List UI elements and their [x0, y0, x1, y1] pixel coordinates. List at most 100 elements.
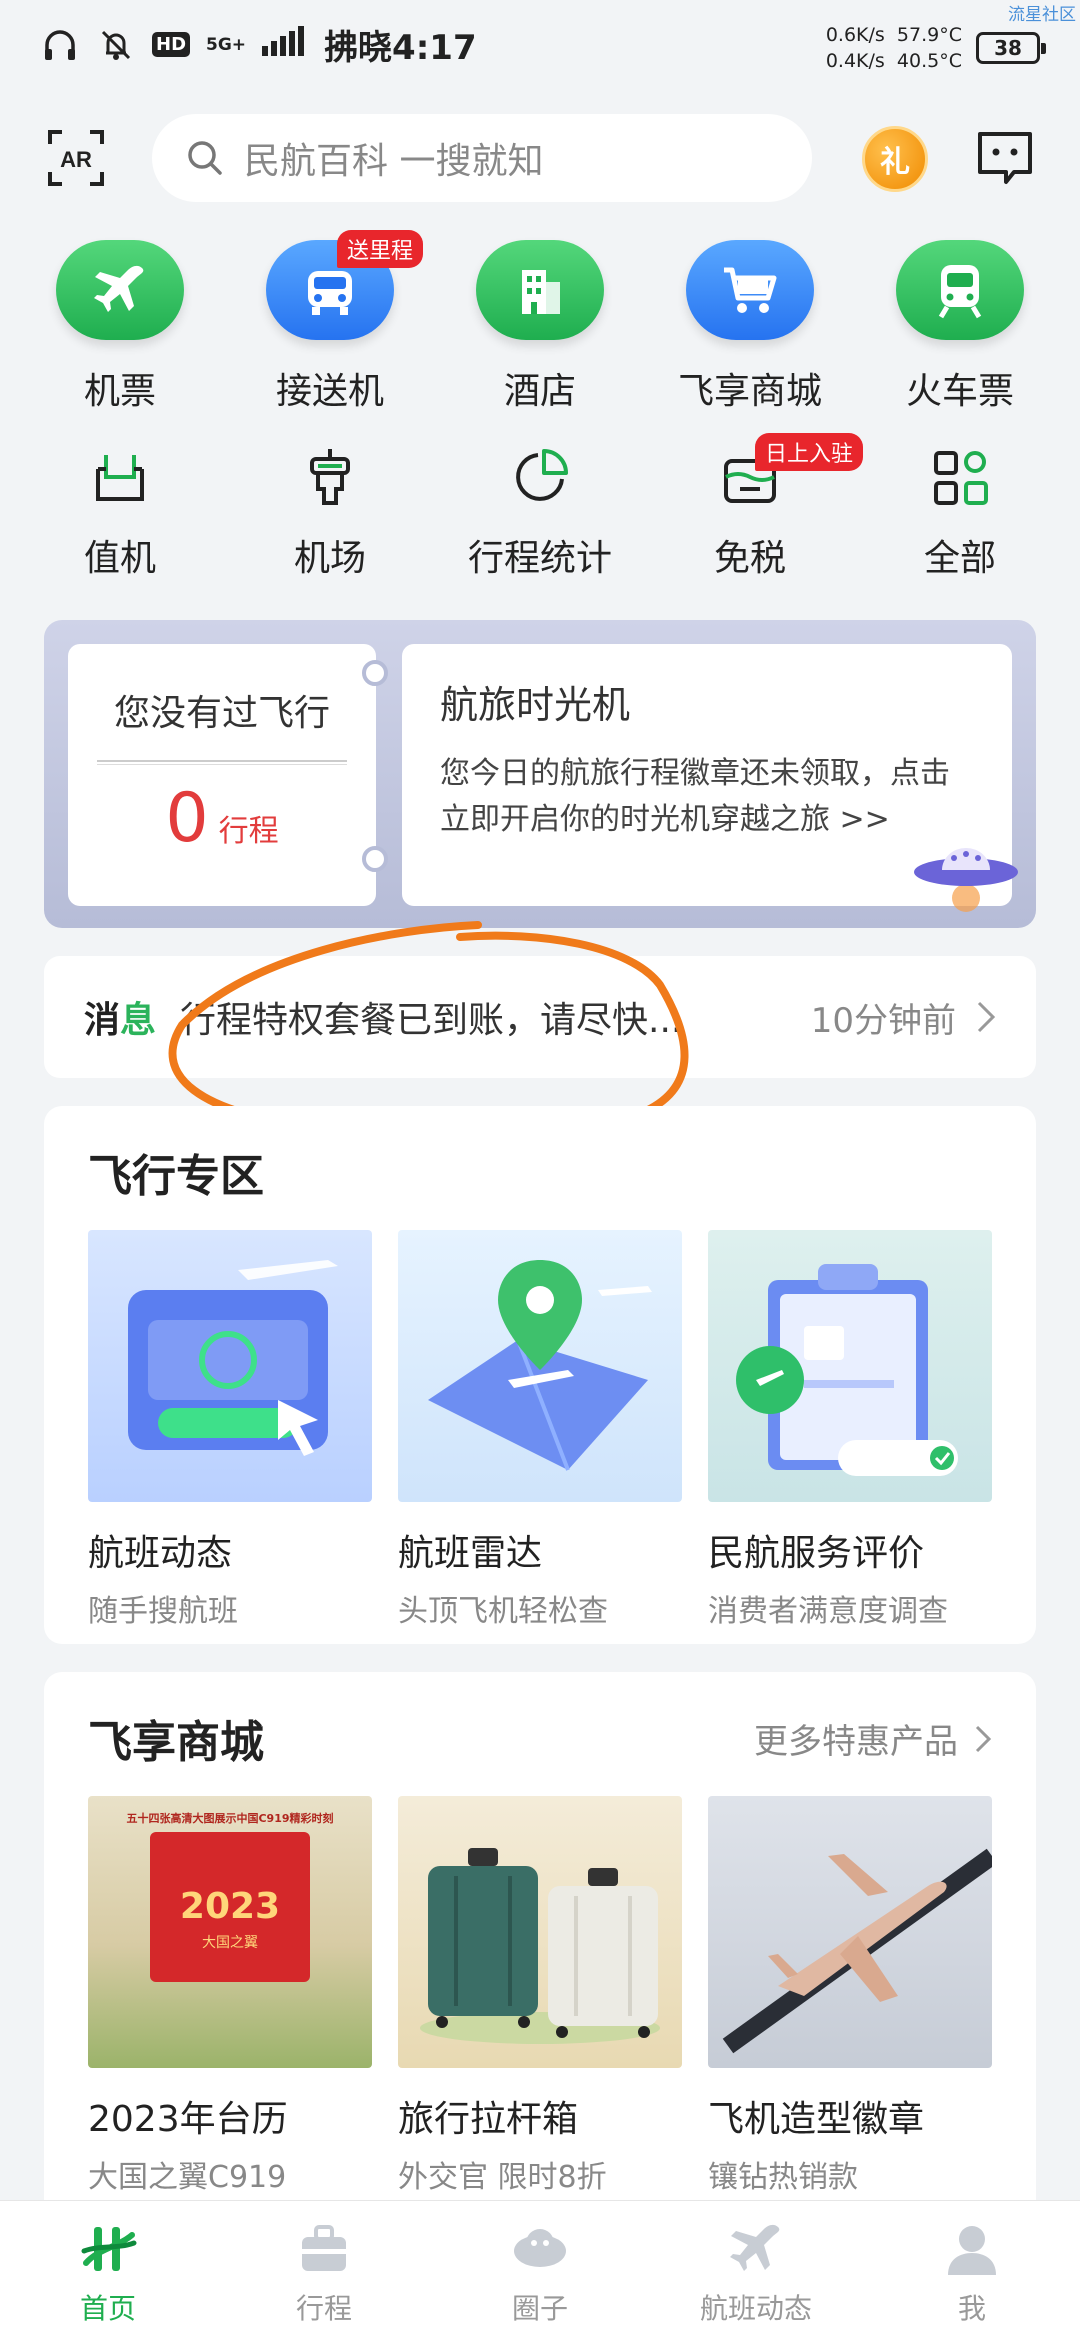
section-title: 飞享商城 — [88, 1717, 264, 1768]
service-review-tile[interactable]: 民航服务评价 消费者满意度调查 — [708, 1230, 992, 1630]
mall-section: 飞享商城 更多特惠产品 五十四张高清大图展示中国C919精彩时刻 2023 大国… — [44, 1672, 1036, 2232]
signal-icon — [262, 25, 308, 65]
service-mall[interactable]: 飞享商城 — [645, 240, 855, 414]
service-all[interactable]: 全部 — [855, 445, 1065, 581]
service-label: 火车票 — [905, 371, 1014, 412]
tile-subtitle: 消费者满意度调查 — [708, 1594, 948, 1629]
tile-title: 飞机造型徽章 — [708, 2099, 925, 2140]
plane-icon — [56, 240, 184, 340]
search-header: AR 民航百科 一搜就知 礼 — [0, 110, 1080, 210]
service-dutyfree[interactable]: 日上入驻 免税 — [645, 433, 864, 581]
service-hotel[interactable]: 酒店 — [435, 240, 645, 414]
flight-radar-tile[interactable]: 航班雷达 头顶飞机轻松查 — [398, 1230, 682, 1630]
flight-count-unit: 行程 — [218, 814, 279, 849]
hotel-icon — [476, 240, 604, 340]
ar-icon: AR — [48, 130, 104, 186]
luggage-product-image — [398, 1796, 682, 2068]
nav-label: 航班动态 — [699, 2292, 812, 2325]
product-luggage[interactable]: 旅行拉杆箱 外交官 限时8折 — [398, 1796, 682, 2196]
status-bar: HD 5G+ 拂晓4:17 0.6K/s 57.9°C 0.4K/s 40.5°… — [0, 0, 1080, 100]
gift-button[interactable]: 礼 — [862, 126, 928, 192]
chevron-right-icon — [975, 1725, 992, 1752]
flight-count-panel[interactable]: 您没有过飞行 0 行程 — [68, 644, 376, 906]
tile-subtitle: 头顶飞机轻松查 — [398, 1594, 608, 1629]
tile-subtitle: 大国之翼C919 — [88, 2160, 287, 2195]
tile-title: 航班动态 — [88, 1533, 233, 1574]
search-icon — [188, 141, 222, 175]
pie-chart-icon — [516, 449, 568, 501]
service-label: 免税 — [713, 538, 786, 579]
product-plane-badge[interactable]: 飞机造型徽章 镶钻热销款 — [708, 1796, 992, 2196]
cart-icon — [686, 240, 814, 340]
nav-trips[interactable]: 行程 — [216, 2201, 432, 2340]
service-label: 值机 — [83, 538, 156, 579]
tile-subtitle: 随手搜航班 — [88, 1594, 238, 1629]
service-label: 行程统计 — [467, 538, 612, 579]
flight-count-title: 您没有过飞行 — [113, 693, 330, 734]
suitcase-icon — [302, 2225, 346, 2271]
message-tag-part2: 息 — [120, 1000, 157, 1041]
airport-icon — [310, 449, 350, 505]
net-speed: 0.6K/s 57.9°C 0.4K/s 40.5°C — [826, 22, 962, 74]
message-icon — [978, 132, 1032, 184]
message-tag-part1: 消 — [84, 1000, 121, 1041]
bottom-navigation: 首页 行程 圈子 航班动态 我 — [0, 2200, 1080, 2340]
nav-flight-status[interactable]: 航班动态 — [648, 2201, 864, 2340]
service-trip-stats[interactable]: 行程统计 — [435, 445, 645, 581]
service-review-illustration — [708, 1230, 992, 1502]
service-airport[interactable]: 机场 — [225, 445, 435, 581]
ar-label: AR — [60, 147, 92, 172]
binder-ring — [362, 846, 388, 872]
community-icon — [514, 2229, 566, 2267]
service-flight-ticket[interactable]: 机票 — [15, 240, 225, 414]
service-label: 全部 — [923, 538, 996, 579]
battery-temp: 40.5°C — [896, 50, 962, 72]
calendar-year: 2023 — [179, 1886, 281, 1927]
service-train-ticket[interactable]: 火车票 — [855, 240, 1065, 414]
tile-title: 旅行拉杆箱 — [398, 2099, 579, 2140]
nav-label: 行程 — [295, 2292, 352, 2325]
tile-title: 航班雷达 — [398, 1533, 543, 1574]
net-type-label: 5G+ — [206, 34, 247, 55]
time-machine-card[interactable]: 您没有过飞行 0 行程 航旅时光机 您今日的航旅行程徽章还未领取，点击立即开启你… — [44, 620, 1036, 928]
flight-radar-illustration — [398, 1230, 682, 1502]
service-label: 机票 — [83, 371, 156, 412]
grid-icon — [934, 451, 988, 505]
promo-badge: 日上入驻 — [755, 433, 864, 471]
chevron-right-icon — [977, 1001, 996, 1033]
message-button[interactable] — [976, 130, 1034, 186]
hd-indicator: HD — [152, 32, 191, 57]
time-machine-title: 航旅时光机 — [440, 683, 631, 727]
service-label: 接送机 — [275, 371, 384, 412]
nav-community[interactable]: 圈子 — [432, 2201, 648, 2340]
message-tag: 消息 — [84, 991, 156, 1043]
headphones-icon — [40, 25, 80, 65]
ar-scan-button[interactable]: AR — [46, 128, 106, 188]
tile-title: 民航服务评价 — [708, 1533, 925, 1574]
search-placeholder: 民航百科 一搜就知 — [244, 141, 544, 182]
clock: 拂晓4:17 — [324, 28, 477, 68]
message-notice[interactable]: 消息 行程特权套餐已到账，请尽快... 10分钟前 — [44, 956, 1036, 1078]
tile-subtitle: 外交官 限时8折 — [398, 2160, 607, 2195]
plane-badge-product-image — [708, 1796, 992, 2068]
home-logo-icon — [81, 2227, 137, 2271]
train-icon — [896, 240, 1024, 340]
nav-home[interactable]: 首页 — [0, 2201, 216, 2340]
watermark: 流星社区 — [1008, 5, 1076, 25]
service-checkin[interactable]: 值机 — [15, 445, 225, 581]
tile-title: 2023年台历 — [88, 2099, 288, 2140]
speed-up: 0.6K/s — [825, 24, 885, 46]
binder-ring — [362, 660, 388, 686]
flight-status-tile[interactable]: 航班动态 随手搜航班 — [88, 1230, 372, 1630]
product-calendar[interactable]: 五十四张高清大图展示中国C919精彩时刻 2023 大国之翼 2023年台历 大… — [88, 1796, 372, 2196]
search-input[interactable]: 民航百科 一搜就知 — [152, 114, 812, 202]
service-airport-transfer[interactable]: 送里程 接送机 — [225, 230, 435, 414]
checkin-icon — [96, 455, 144, 501]
nav-label: 我 — [957, 2292, 986, 2325]
secondary-services: 值机 机场 行程统计 日上入驻 免税 全部 — [0, 433, 1080, 581]
nav-me[interactable]: 我 — [864, 2201, 1080, 2340]
section-title: 飞行专区 — [88, 1151, 264, 1202]
more-deals-link[interactable]: 更多特惠产品 — [754, 1714, 992, 1763]
time-machine-desc: 您今日的航旅行程徽章还未领取，点击立即开启你的时光机穿越之旅 >> — [440, 756, 950, 837]
flight-zone-section: 飞行专区 航班动态 随手搜航班 航班雷达 头顶飞机轻松查 民航服务评价 消费者满… — [44, 1106, 1036, 1644]
